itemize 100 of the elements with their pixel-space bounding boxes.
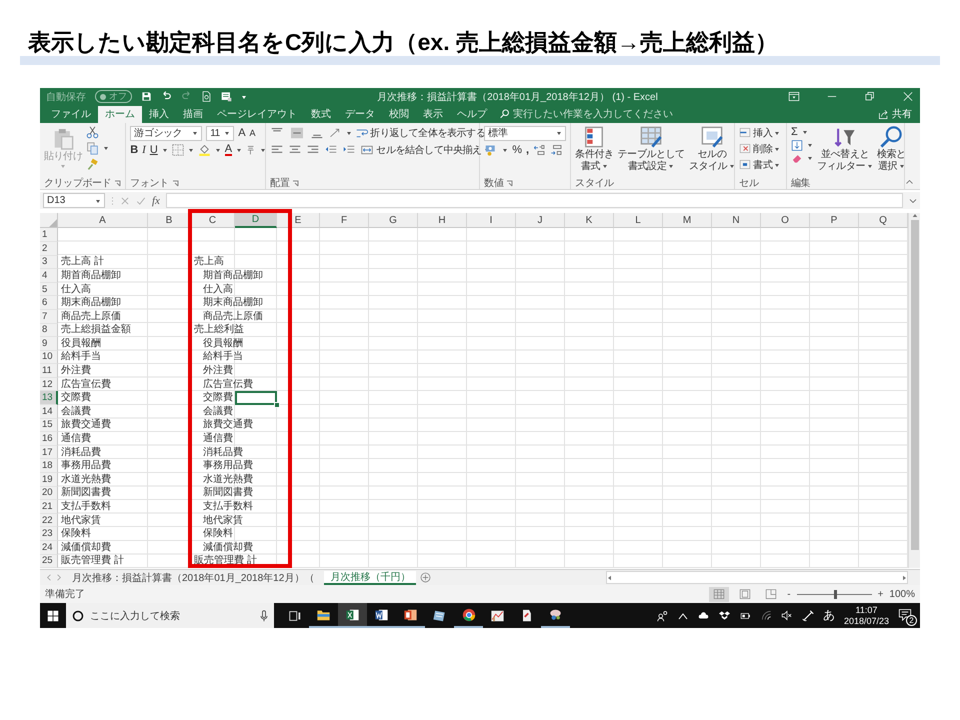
active-cell[interactable] xyxy=(235,391,277,406)
dialog-launcher-icon[interactable] xyxy=(506,180,514,187)
ribbon-tab[interactable]: ファイル xyxy=(44,106,98,123)
format-as-table-button[interactable]: テーブルとして 書式設定 xyxy=(618,126,685,178)
increase-decimal-icon[interactable] xyxy=(533,144,546,156)
view-button[interactable] xyxy=(709,586,730,602)
number-format-field[interactable]: 標準 xyxy=(484,126,566,141)
italic-button[interactable]: I xyxy=(142,144,146,156)
row-header[interactable]: 1 xyxy=(40,228,58,242)
browser-icon[interactable] xyxy=(462,608,476,622)
ribbon-tab[interactable]: ヘルプ xyxy=(450,106,494,123)
folder-icon[interactable] xyxy=(316,608,331,622)
share-button[interactable]: 共有 xyxy=(870,106,920,123)
column-header[interactable]: G xyxy=(369,213,418,228)
column-header[interactable]: D xyxy=(235,213,277,228)
bold-button[interactable]: B xyxy=(130,144,138,156)
save-icon[interactable] xyxy=(141,91,152,102)
tell-me-search[interactable]: 実行したい作業を入力してください xyxy=(500,106,673,123)
row-header[interactable]: 18 xyxy=(40,459,58,474)
row-header[interactable]: 16 xyxy=(40,432,58,446)
row-header[interactable]: 13 xyxy=(40,391,58,406)
dialog-launcher-icon[interactable] xyxy=(292,180,300,187)
scroll-right-icon[interactable] xyxy=(902,574,907,581)
row-header[interactable]: 6 xyxy=(40,296,58,310)
row-header[interactable]: 14 xyxy=(40,405,58,419)
battery-icon[interactable] xyxy=(738,610,752,621)
caret-icon[interactable] xyxy=(729,163,736,170)
row-header[interactable]: 15 xyxy=(40,418,58,432)
caret-icon[interactable] xyxy=(899,163,906,170)
microphone-icon[interactable] xyxy=(260,610,268,622)
row-header[interactable]: 20 xyxy=(40,486,58,500)
volume-muted-icon[interactable] xyxy=(780,610,793,622)
row-header[interactable]: 25 xyxy=(40,554,58,568)
column-header[interactable]: N xyxy=(712,213,761,228)
row-header[interactable]: 10 xyxy=(40,350,58,364)
caret-icon[interactable] xyxy=(260,146,266,153)
collapse-ribbon-icon[interactable] xyxy=(905,179,914,186)
column-header[interactable]: L xyxy=(614,213,663,228)
row-header[interactable]: 24 xyxy=(40,541,58,555)
align-left-icon[interactable] xyxy=(270,144,284,156)
presentation-app-icon[interactable] xyxy=(403,608,418,622)
row-header[interactable]: 8 xyxy=(40,324,58,338)
column-header[interactable]: K xyxy=(565,213,614,228)
caret-icon[interactable] xyxy=(95,198,101,204)
caret-icon[interactable] xyxy=(224,130,230,136)
caret-icon[interactable] xyxy=(774,162,780,168)
word-processor-icon[interactable] xyxy=(374,608,389,622)
align-right-icon[interactable] xyxy=(306,144,320,156)
page-break-icon[interactable] xyxy=(765,588,778,600)
close-icon[interactable] xyxy=(902,91,914,102)
delete-cells-button[interactable]: 削除 xyxy=(739,142,780,156)
ribbon-tab[interactable]: ホーム xyxy=(98,106,142,123)
caret-icon[interactable] xyxy=(602,163,608,170)
column-header[interactable]: I xyxy=(467,213,516,228)
underline-button[interactable]: U xyxy=(150,144,158,156)
row-header[interactable]: 22 xyxy=(40,514,58,528)
column-header[interactable]: H xyxy=(418,213,467,228)
column-header[interactable]: F xyxy=(320,213,369,228)
fill-down-icon[interactable] xyxy=(791,140,803,151)
cell-styles-button[interactable]: セルの スタイル xyxy=(688,126,736,178)
clock-time[interactable]: 11:07 xyxy=(856,604,878,616)
caret-icon[interactable] xyxy=(774,130,780,136)
font-color-button[interactable]: A xyxy=(224,144,232,156)
row-header[interactable]: 17 xyxy=(40,446,58,460)
row-header[interactable]: 3 xyxy=(40,256,58,270)
row-header[interactable]: 9 xyxy=(40,337,58,351)
row-header[interactable]: 11 xyxy=(40,364,58,378)
row-header[interactable]: 2 xyxy=(40,242,58,256)
page-layout-icon[interactable] xyxy=(739,588,752,600)
align-center-icon[interactable] xyxy=(288,144,302,156)
row-header[interactable]: 21 xyxy=(40,500,58,514)
caret-icon[interactable] xyxy=(774,146,780,152)
row-header[interactable]: 12 xyxy=(40,378,58,392)
windows-start-icon[interactable] xyxy=(47,610,59,622)
ribbon-tab[interactable]: 描画 xyxy=(176,106,210,123)
expand-formula-icon[interactable] xyxy=(909,198,917,204)
box-sync-icon[interactable] xyxy=(718,610,730,622)
notepad-icon[interactable] xyxy=(432,608,447,623)
caret-icon[interactable] xyxy=(502,146,508,153)
insert-cells-button[interactable]: 挿入 xyxy=(739,126,780,140)
decrease-decimal-icon[interactable] xyxy=(550,144,564,156)
action-center-button[interactable]: 2 xyxy=(898,608,914,624)
insert-function-button[interactable]: fx xyxy=(152,194,160,207)
scroll-left-icon[interactable] xyxy=(607,574,612,581)
customize-caret-icon[interactable] xyxy=(241,94,247,100)
people-icon[interactable] xyxy=(656,610,669,622)
sheet-tab[interactable]: 月次推移：損益計算書（2018年01月_2018年12月）（ xyxy=(66,570,320,585)
caret-icon[interactable] xyxy=(556,130,562,136)
comma-button[interactable]: , xyxy=(526,144,530,156)
column-header[interactable]: O xyxy=(761,213,810,228)
form-icon[interactable] xyxy=(221,91,232,102)
pen-icon[interactable] xyxy=(802,610,814,622)
shrink-font-button[interactable]: A xyxy=(250,128,256,138)
name-box[interactable]: D13 xyxy=(43,193,105,208)
column-header[interactable]: P xyxy=(810,213,859,228)
column-header[interactable]: B xyxy=(148,213,191,228)
ribbon-tab[interactable]: 表示 xyxy=(416,106,450,123)
cut-icon[interactable] xyxy=(86,126,100,139)
wifi-icon[interactable] xyxy=(760,610,772,622)
spreadsheet-app-icon[interactable] xyxy=(345,608,360,622)
